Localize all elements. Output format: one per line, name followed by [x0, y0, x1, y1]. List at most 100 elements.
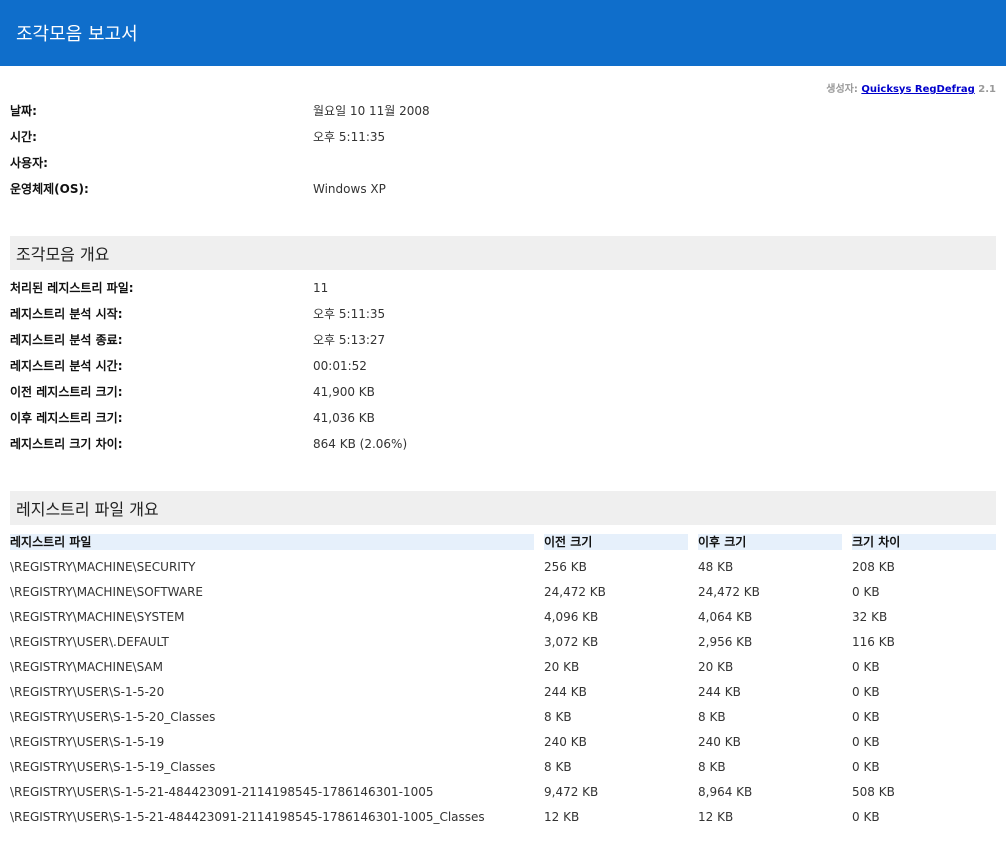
summary-section-title: 조각모음 개요 — [16, 245, 110, 264]
summary-label: 이전 레지스트리 크기: — [10, 385, 123, 399]
table-header-row: 레지스트리 파일 이전 크기 이후 크기 크기 차이 — [10, 534, 996, 550]
table-row: \REGISTRY\USER\S-1-5-19 240 KB 240 KB 0 KB — [10, 730, 996, 755]
after-size-cell: 8 KB — [698, 760, 726, 774]
size-diff-cell: 116 KB — [852, 635, 895, 649]
table-row: \REGISTRY\MACHINE\SYSTEM 4,096 KB 4,064 KB… — [10, 605, 996, 630]
table-row: \REGISTRY\USER\S-1-5-20_Classes 8 KB 8 KB 0… — [10, 705, 996, 730]
summary-row: 레지스트리 분석 시간: 00:01:52 — [10, 353, 1006, 379]
after-size-cell: 244 KB — [698, 685, 741, 699]
before-size-cell: 244 KB — [544, 685, 587, 699]
file-path-cell: \REGISTRY\MACHINE\SECURITY — [10, 560, 196, 574]
after-size-cell: 48 KB — [698, 560, 734, 574]
summary-row: 레지스트리 분석 종료: 오후 5:13:27 — [10, 327, 1006, 353]
before-size-cell: 3,072 KB — [544, 635, 599, 649]
report-info: 날짜: 월요일 10 11월 2008 시간: 오후 5:11:35 사용자: … — [10, 98, 1006, 202]
size-diff-cell: 0 KB — [852, 810, 880, 824]
before-size-cell: 8 KB — [544, 760, 572, 774]
after-size-cell: 20 KB — [698, 660, 734, 674]
summary-label: 레지스트리 분석 시작: — [10, 307, 123, 321]
files-section-header: 레지스트리 파일 개요 — [10, 491, 996, 525]
before-size-cell: 4,096 KB — [544, 610, 599, 624]
generated-by-label: 생성자: — [826, 84, 858, 95]
summary-label: 처리된 레지스트리 파일: — [10, 281, 134, 295]
summary-value: 11 — [313, 281, 329, 295]
summary-row: 이전 레지스트리 크기: 41,900 KB — [10, 379, 1006, 405]
summary-label: 레지스트리 분석 시간: — [10, 359, 123, 373]
summary-label: 이후 레지스트리 크기: — [10, 411, 123, 425]
table-row: \REGISTRY\MACHINE\SOFTWARE 24,472 KB 24,47… — [10, 580, 996, 605]
info-value: Windows XP — [313, 182, 386, 196]
summary-list: 처리된 레지스트리 파일: 11 레지스트리 분석 시작: 오후 5:11:35… — [10, 275, 1006, 457]
before-size-cell: 256 KB — [544, 560, 587, 574]
after-size-cell: 2,956 KB — [698, 635, 753, 649]
info-row: 사용자: — [10, 150, 1006, 176]
summary-value: 864 KB (2.06%) — [313, 437, 408, 451]
size-diff-cell: 208 KB — [852, 560, 895, 574]
summary-row: 처리된 레지스트리 파일: 11 — [10, 275, 1006, 301]
info-row: 날짜: 월요일 10 11월 2008 — [10, 98, 1006, 124]
before-size-cell: 12 KB — [544, 810, 580, 824]
size-diff-cell: 0 KB — [852, 760, 880, 774]
column-header-size-diff: 크기 차이 — [852, 534, 996, 550]
after-size-cell: 24,472 KB — [698, 585, 760, 599]
after-size-cell: 8,964 KB — [698, 785, 753, 799]
report-title: 조각모음 보고서 — [16, 24, 138, 45]
after-size-cell: 12 KB — [698, 810, 734, 824]
table-row: \REGISTRY\USER\.DEFAULT 3,072 KB 2,956 KB 1… — [10, 630, 996, 655]
summary-value: 00:01:52 — [313, 359, 367, 373]
after-size-cell: 8 KB — [698, 710, 726, 724]
size-diff-cell: 0 KB — [852, 710, 880, 724]
summary-value: 41,036 KB — [313, 411, 375, 425]
registry-files-table: 레지스트리 파일 이전 크기 이후 크기 크기 차이 \REGISTRY\MAC… — [10, 534, 996, 830]
info-label: 날짜: — [10, 104, 37, 118]
report-header: 조각모음 보고서 — [0, 0, 1006, 66]
summary-row: 이후 레지스트리 크기: 41,036 KB — [10, 405, 1006, 431]
before-size-cell: 9,472 KB — [544, 785, 599, 799]
generator-link[interactable]: Quicksys RegDefrag — [861, 84, 974, 95]
before-size-cell: 8 KB — [544, 710, 572, 724]
file-path-cell: \REGISTRY\USER\S-1-5-20_Classes — [10, 710, 216, 724]
summary-row: 레지스트리 크기 차이: 864 KB (2.06%) — [10, 431, 1006, 457]
table-row: \REGISTRY\MACHINE\SECURITY 256 KB 48 KB 208… — [10, 555, 996, 580]
files-section-title: 레지스트리 파일 개요 — [16, 500, 159, 519]
file-path-cell: \REGISTRY\USER\S-1-5-20 — [10, 685, 165, 699]
summary-value: 41,900 KB — [313, 385, 375, 399]
table-row: \REGISTRY\USER\S-1-5-21-484423091-211419… — [10, 805, 996, 830]
info-row: 시간: 오후 5:11:35 — [10, 124, 1006, 150]
size-diff-cell: 508 KB — [852, 785, 895, 799]
column-header-after-size: 이후 크기 — [698, 534, 842, 550]
after-size-cell: 4,064 KB — [698, 610, 753, 624]
column-header-before-size: 이전 크기 — [544, 534, 688, 550]
size-diff-cell: 32 KB — [852, 610, 888, 624]
before-size-cell: 240 KB — [544, 735, 587, 749]
summary-value: 오후 5:11:35 — [313, 307, 386, 321]
column-header-file: 레지스트리 파일 — [10, 534, 534, 550]
info-label: 사용자: — [10, 156, 48, 170]
info-value: 월요일 10 11월 2008 — [313, 104, 430, 118]
size-diff-cell: 0 KB — [852, 685, 880, 699]
info-row: 운영체제(OS): Windows XP — [10, 176, 1006, 202]
file-path-cell: \REGISTRY\MACHINE\SYSTEM — [10, 610, 185, 624]
file-path-cell: \REGISTRY\USER\.DEFAULT — [10, 635, 169, 649]
summary-value: 오후 5:13:27 — [313, 333, 386, 347]
after-size-cell: 240 KB — [698, 735, 741, 749]
table-row: \REGISTRY\MACHINE\SAM 20 KB 20 KB 0 KB — [10, 655, 996, 680]
table-row: \REGISTRY\USER\S-1-5-21-484423091-211419… — [10, 780, 996, 805]
file-path-cell: \REGISTRY\MACHINE\SAM — [10, 660, 163, 674]
file-path-cell: \REGISTRY\USER\S-1-5-21-484423091-211419… — [10, 785, 434, 799]
table-body: \REGISTRY\MACHINE\SECURITY 256 KB 48 KB 208… — [10, 555, 996, 830]
size-diff-cell: 0 KB — [852, 660, 880, 674]
size-diff-cell: 0 KB — [852, 735, 880, 749]
summary-row: 레지스트리 분석 시작: 오후 5:11:35 — [10, 301, 1006, 327]
file-path-cell: \REGISTRY\USER\S-1-5-19_Classes — [10, 760, 216, 774]
before-size-cell: 24,472 KB — [544, 585, 606, 599]
table-row: \REGISTRY\USER\S-1-5-20 244 KB 244 KB 0 KB — [10, 680, 996, 705]
before-size-cell: 20 KB — [544, 660, 580, 674]
summary-section-header: 조각모음 개요 — [10, 236, 996, 270]
generator-version: 2.1 — [978, 84, 996, 95]
info-label: 시간: — [10, 130, 37, 144]
summary-label: 레지스트리 분석 종료: — [10, 333, 123, 347]
file-path-cell: \REGISTRY\USER\S-1-5-19 — [10, 735, 165, 749]
size-diff-cell: 0 KB — [852, 585, 880, 599]
table-row: \REGISTRY\USER\S-1-5-19_Classes 8 KB 8 KB 0… — [10, 755, 996, 780]
